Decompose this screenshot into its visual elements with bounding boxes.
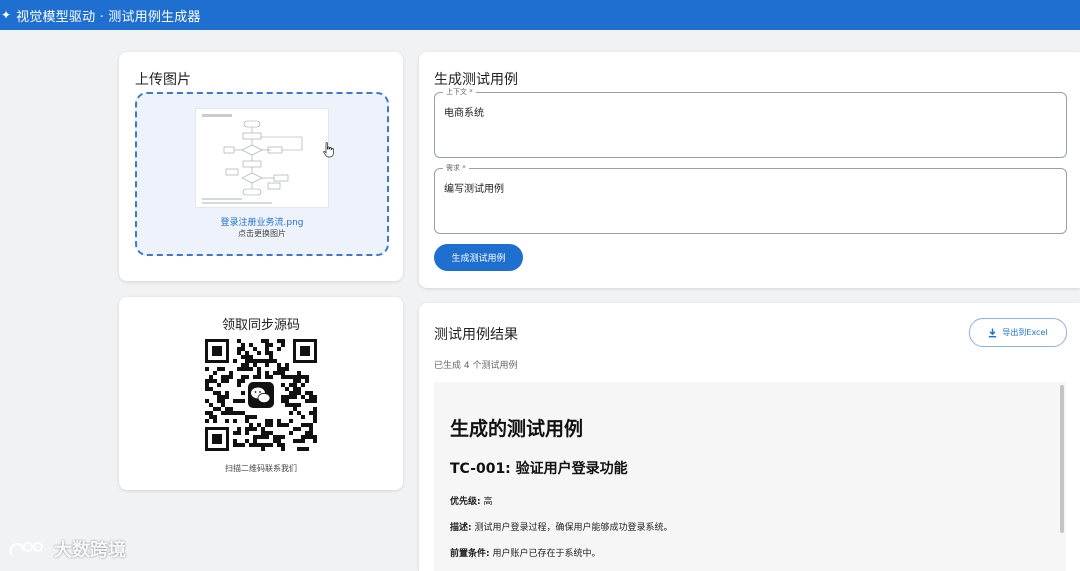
export-excel-button[interactable]: 导出到Excel <box>969 318 1067 347</box>
app-bar: ✦ 视觉模型驱动 · 测试用例生成器 <box>0 0 1080 30</box>
sparkle-icon: ✦ <box>1 8 12 22</box>
result-heading: 生成的测试用例 <box>450 418 584 440</box>
file-name: 登录注册业务流.png <box>220 218 304 228</box>
app-title: 视觉模型驱动 · 测试用例生成器 <box>16 9 201 25</box>
qr-title: 领取同步源码 <box>221 318 300 333</box>
watermark-logo-icon <box>9 542 43 556</box>
results-card: 测试用例结果 导出到Excel 已生成 4 个测试用例 生成的测试用例 TC-0… <box>419 303 1080 571</box>
upload-card: 上传图片 登录注册业务流.png 点击更换图片 <box>119 52 403 281</box>
priority-line: 优先级: 高 <box>450 497 493 507</box>
uploaded-image-thumbnail <box>195 108 329 208</box>
results-title: 测试用例结果 <box>434 327 518 343</box>
change-image-hint: 点击更换图片 <box>238 229 286 238</box>
flowchart-preview <box>202 114 303 204</box>
requirement-value: 编写测试用例 <box>444 184 504 195</box>
upload-title: 上传图片 <box>135 72 191 88</box>
markdown-result-pane[interactable]: 生成的测试用例 TC-001: 验证用户登录功能 优先级: 高 描述: 测试用户… <box>434 382 1066 571</box>
qr-caption: 扫描二维码联系我们 <box>225 464 297 473</box>
requirement-field[interactable]: 需求 * 编写测试用例 <box>434 163 1067 234</box>
watermark: 大数跨境 <box>8 536 126 562</box>
requirement-label: 需求 * <box>443 163 469 173</box>
watermark-text: 大数跨境 <box>54 540 126 561</box>
qr-code <box>203 337 319 457</box>
context-field[interactable]: 上下文 * 电商系统 <box>434 87 1067 158</box>
hand-cursor-icon <box>323 142 335 162</box>
download-icon <box>989 328 997 337</box>
image-dropzone[interactable]: 登录注册业务流.png 点击更换图片 <box>135 92 389 256</box>
context-label: 上下文 * <box>443 87 476 97</box>
qr-card: 领取同步源码 扫描二维码联系我们 <box>119 297 403 490</box>
precondition-line: 前置条件: 用户账户已存在于系统中。 <box>450 549 601 559</box>
export-excel-label: 导出到Excel <box>1002 328 1048 337</box>
test-case-title: TC-001: 验证用户登录功能 <box>450 461 628 477</box>
generated-count: 已生成 4 个测试用例 <box>434 361 518 371</box>
context-value: 电商系统 <box>444 108 484 119</box>
generate-card: 生成测试用例 上下文 * 电商系统 需求 * 编写测试用例 生成测试用例 <box>419 52 1080 288</box>
generate-button[interactable]: 生成测试用例 <box>434 244 523 271</box>
description-line: 描述: 测试用户登录过程，确保用户能够成功登录系统。 <box>450 523 673 533</box>
scrollbar[interactable] <box>1060 385 1064 533</box>
generate-title: 生成测试用例 <box>434 72 518 88</box>
